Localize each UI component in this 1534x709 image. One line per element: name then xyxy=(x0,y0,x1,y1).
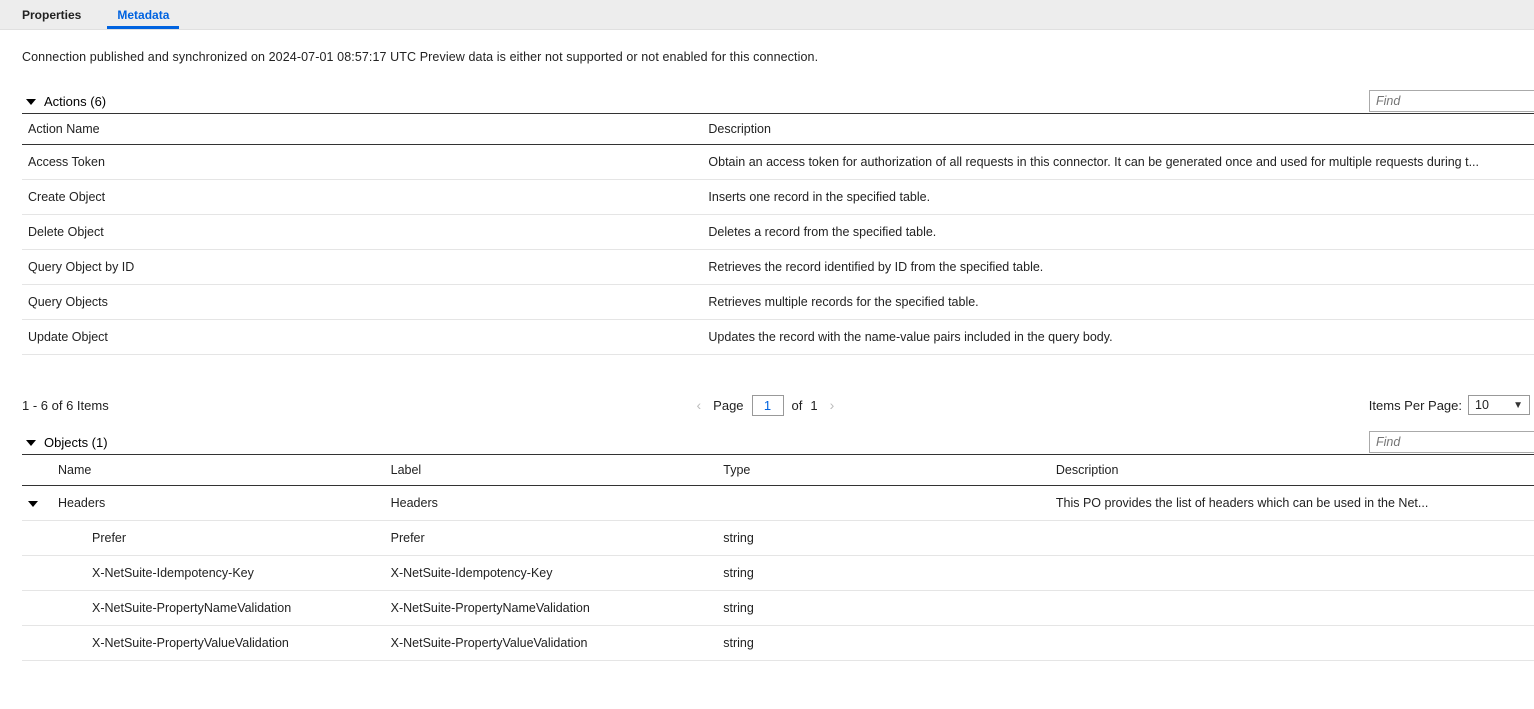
pager-of-label: of xyxy=(792,398,803,413)
cell-name: Headers xyxy=(52,486,385,521)
cell-name: X-NetSuite-PropertyNameValidation xyxy=(52,591,385,626)
cell-type: string xyxy=(717,626,1050,661)
table-row[interactable]: Headers Headers This PO provides the lis… xyxy=(22,486,1534,521)
pager-total-pages: 1 xyxy=(810,398,817,413)
caret-down-icon[interactable] xyxy=(26,440,36,446)
table-row[interactable]: Create Object Inserts one record in the … xyxy=(22,180,1534,215)
actions-table: Action Name Description Access Token Obt… xyxy=(22,113,1534,355)
pager-page-label: Page xyxy=(713,398,743,413)
cell-description xyxy=(1050,521,1534,556)
tab-properties[interactable]: Properties xyxy=(12,2,91,29)
caret-down-icon[interactable] xyxy=(26,99,36,105)
cell-description xyxy=(1050,556,1534,591)
table-row[interactable]: Access Token Obtain an access token for … xyxy=(22,145,1534,180)
col-name[interactable]: Name xyxy=(52,455,385,486)
cell-action-name: Query Objects xyxy=(22,285,702,320)
table-row[interactable]: Query Objects Retrieves multiple records… xyxy=(22,285,1534,320)
cell-action-description: Deletes a record from the specified tabl… xyxy=(702,215,1534,250)
table-row[interactable]: X-NetSuite-PropertyNameValidation X-NetS… xyxy=(22,591,1534,626)
cell-action-name: Query Object by ID xyxy=(22,250,702,285)
pager-page-input[interactable] xyxy=(752,395,784,416)
cell-type: string xyxy=(717,556,1050,591)
pager-summary: 1 - 6 of 6 Items xyxy=(22,398,109,413)
cell-description xyxy=(1050,591,1534,626)
cell-action-description: Retrieves multiple records for the speci… xyxy=(702,285,1534,320)
cell-action-name: Delete Object xyxy=(22,215,702,250)
cell-label: X-NetSuite-Idempotency-Key xyxy=(385,556,718,591)
cell-action-name: Access Token xyxy=(22,145,702,180)
cell-action-name: Update Object xyxy=(22,320,702,355)
table-row[interactable]: Prefer Prefer string xyxy=(22,521,1534,556)
col-label[interactable]: Label xyxy=(385,455,718,486)
pager-next-icon[interactable]: › xyxy=(826,397,839,413)
cell-action-description: Retrieves the record identified by ID fr… xyxy=(702,250,1534,285)
table-row[interactable]: X-NetSuite-Idempotency-Key X-NetSuite-Id… xyxy=(22,556,1534,591)
col-expand xyxy=(22,455,52,486)
actions-pager: 1 - 6 of 6 Items ‹ Page of 1 › Items Per… xyxy=(22,395,1512,415)
objects-section-title: Objects (1) xyxy=(44,435,108,450)
tab-metadata[interactable]: Metadata xyxy=(107,2,179,29)
col-action-description[interactable]: Description xyxy=(702,114,1534,145)
col-description[interactable]: Description xyxy=(1050,455,1534,486)
status-text: Connection published and synchronized on… xyxy=(22,50,1512,64)
pager-prev-icon[interactable]: ‹ xyxy=(693,397,706,413)
cell-name: X-NetSuite-PropertyValueValidation xyxy=(52,626,385,661)
ipp-value: 10 xyxy=(1475,398,1489,412)
cell-action-description: Updates the record with the name-value p… xyxy=(702,320,1534,355)
caret-down-icon[interactable] xyxy=(28,501,38,507)
tab-bar: Properties Metadata xyxy=(0,0,1534,30)
cell-label: X-NetSuite-PropertyNameValidation xyxy=(385,591,718,626)
cell-action-description: Inserts one record in the specified tabl… xyxy=(702,180,1534,215)
table-row[interactable]: Query Object by ID Retrieves the record … xyxy=(22,250,1534,285)
cell-type: string xyxy=(717,521,1050,556)
table-row[interactable]: Delete Object Deletes a record from the … xyxy=(22,215,1534,250)
actions-section-title: Actions (6) xyxy=(44,94,106,109)
cell-description: This PO provides the list of headers whi… xyxy=(1050,486,1534,521)
cell-label: Headers xyxy=(385,486,718,521)
ipp-select[interactable]: 10 ▼ xyxy=(1468,395,1530,415)
objects-table: Name Label Type Description Headers Head… xyxy=(22,454,1534,661)
col-action-name[interactable]: Action Name xyxy=(22,114,702,145)
chevron-down-icon: ▼ xyxy=(1513,400,1523,411)
cell-name: X-NetSuite-Idempotency-Key xyxy=(52,556,385,591)
cell-action-name: Create Object xyxy=(22,180,702,215)
find-actions-input[interactable] xyxy=(1369,90,1534,112)
cell-name: Prefer xyxy=(52,521,385,556)
table-row[interactable]: X-NetSuite-PropertyValueValidation X-Net… xyxy=(22,626,1534,661)
cell-action-description: Obtain an access token for authorization… xyxy=(702,145,1534,180)
col-type[interactable]: Type xyxy=(717,455,1050,486)
cell-description xyxy=(1050,626,1534,661)
cell-type xyxy=(717,486,1050,521)
table-row[interactable]: Update Object Updates the record with th… xyxy=(22,320,1534,355)
find-objects-input[interactable] xyxy=(1369,431,1534,453)
cell-label: Prefer xyxy=(385,521,718,556)
cell-type: string xyxy=(717,591,1050,626)
cell-label: X-NetSuite-PropertyValueValidation xyxy=(385,626,718,661)
ipp-label: Items Per Page: xyxy=(1369,398,1462,413)
